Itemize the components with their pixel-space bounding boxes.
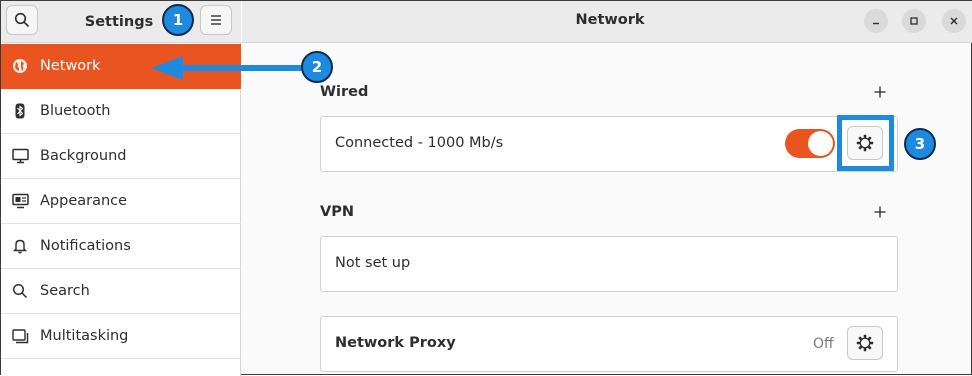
sidebar-item-search[interactable]: Search — [1, 269, 241, 314]
wired-toggle[interactable] — [785, 129, 835, 158]
sidebar-item-label: Notifications — [40, 238, 131, 254]
network-proxy-label: Network Proxy — [335, 335, 456, 351]
maximize-icon — [910, 17, 918, 25]
search-button[interactable] — [6, 5, 38, 35]
search-icon — [14, 12, 30, 28]
appearance-icon — [11, 192, 29, 210]
sidebar-nav: Network Bluetooth Background Appearance … — [1, 44, 241, 359]
sidebar-item-appearance[interactable]: Appearance — [1, 179, 241, 224]
toggle-knob — [808, 131, 833, 156]
wired-connection-row: Connected - 1000 Mb/s — [320, 116, 898, 172]
sidebar-title: Settings — [84, 14, 154, 30]
vpn-section-label: VPN — [320, 204, 354, 220]
annotation-badge-2: 2 — [301, 51, 333, 83]
sidebar-item-label: Appearance — [40, 193, 128, 209]
network-proxy-status: Off — [813, 336, 834, 352]
wired-status-text: Connected - 1000 Mb/s — [335, 135, 504, 151]
maximize-button[interactable] — [902, 9, 926, 33]
sidebar-item-label: Bluetooth — [40, 103, 111, 119]
sidebar-header: Settings — [1, 1, 241, 43]
network-proxy-row[interactable]: Network Proxy Off — [320, 316, 898, 372]
globe-icon — [11, 57, 29, 75]
main-header: Network — [242, 1, 972, 43]
multitasking-icon — [11, 327, 29, 345]
sidebar-item-label: Network — [40, 58, 101, 74]
sidebar-item-label: Multitasking — [40, 328, 129, 344]
add-vpn-button[interactable] — [871, 203, 889, 221]
hamburger-menu-icon — [211, 15, 221, 25]
network-proxy-settings-button[interactable] — [847, 326, 883, 360]
plus-icon — [874, 206, 886, 218]
close-icon — [950, 17, 958, 25]
minimize-icon — [873, 22, 879, 25]
settings-window: Settings Network Bluetooth Background Ap… — [0, 0, 972, 376]
gear-icon — [856, 334, 874, 352]
sidebar-item-notifications[interactable]: Notifications — [1, 224, 241, 269]
bluetooth-icon — [11, 102, 29, 120]
vpn-row: Not set up — [320, 236, 898, 292]
annotation-badge-3: 3 — [904, 128, 936, 160]
annotation-highlight-box — [837, 115, 894, 171]
vpn-status-text: Not set up — [335, 255, 411, 271]
monitor-icon — [11, 147, 29, 165]
annotation-badge-1: 1 — [162, 4, 194, 36]
sidebar-item-multitasking[interactable]: Multitasking — [1, 314, 241, 359]
sidebar-item-label: Background — [40, 148, 127, 164]
sidebar-item-bluetooth[interactable]: Bluetooth — [1, 89, 241, 134]
wired-section-label: Wired — [320, 84, 369, 100]
sidebar-item-label: Search — [40, 283, 90, 299]
page-title: Network — [575, 12, 645, 28]
plus-icon — [874, 86, 886, 98]
minimize-button[interactable] — [864, 9, 888, 33]
sidebar-item-background[interactable]: Background — [1, 134, 241, 179]
bell-icon — [11, 237, 29, 255]
search-icon — [11, 282, 29, 300]
add-wired-button[interactable] — [871, 83, 889, 101]
close-button[interactable] — [942, 9, 966, 33]
menu-button[interactable] — [200, 5, 232, 35]
annotation-arrow — [151, 56, 306, 80]
